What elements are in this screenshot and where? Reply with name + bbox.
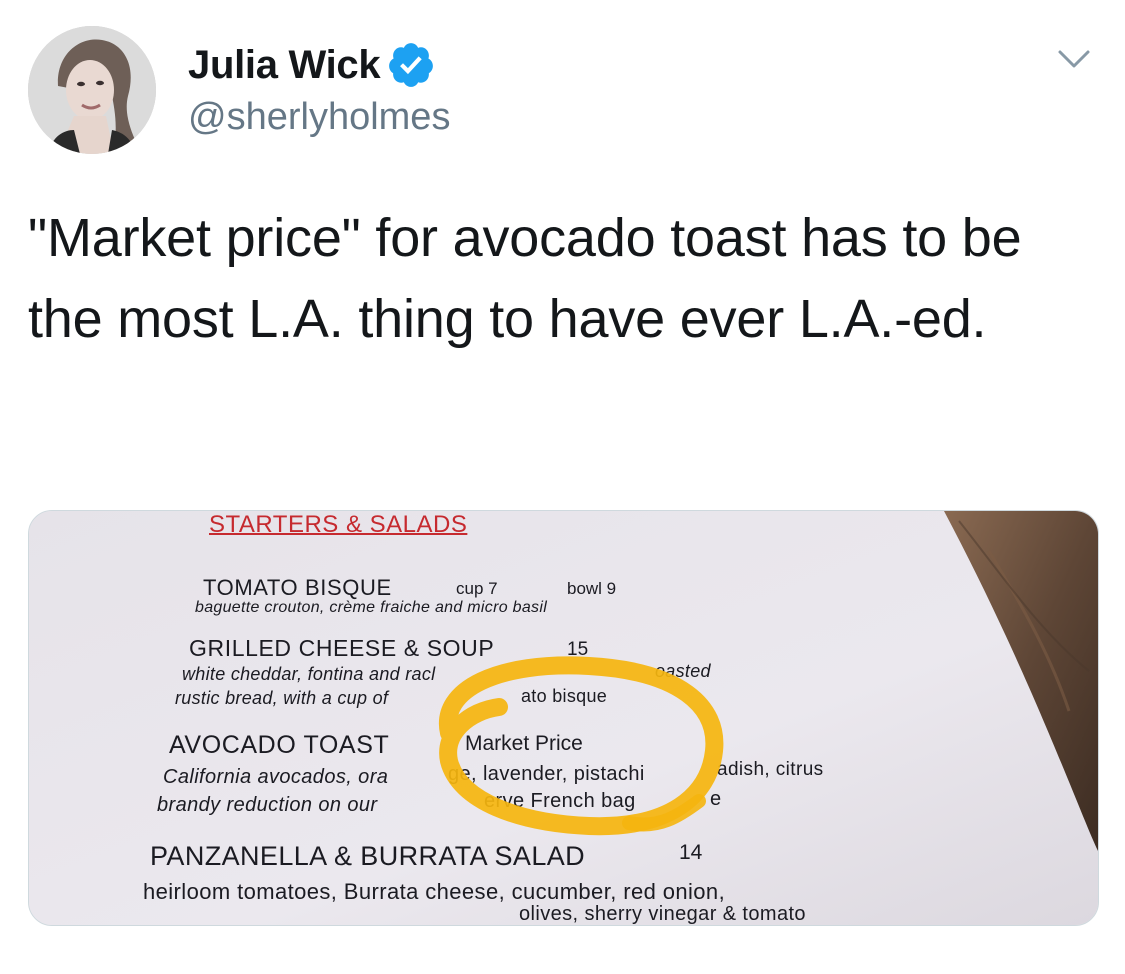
tweet-photo[interactable]: STARTERS & SALADS TOMATO BISQUE cup 7 bo… xyxy=(28,510,1099,926)
avatar[interactable] xyxy=(28,26,156,154)
verified-badge-icon xyxy=(386,40,436,90)
display-name[interactable]: Julia Wick xyxy=(188,41,381,89)
avatar-photo xyxy=(28,26,156,154)
tweet-text: "Market price" for avocado toast has to … xyxy=(28,208,1022,349)
user-handle[interactable]: @sherlyholmes xyxy=(188,94,450,140)
name-row: Julia Wick xyxy=(188,40,436,90)
chevron-down-icon[interactable] xyxy=(1056,44,1092,74)
tweet-card: Julia Wick @sherlyholmes "Market price" … xyxy=(0,0,1125,974)
yellow-circle-highlight xyxy=(438,656,724,836)
